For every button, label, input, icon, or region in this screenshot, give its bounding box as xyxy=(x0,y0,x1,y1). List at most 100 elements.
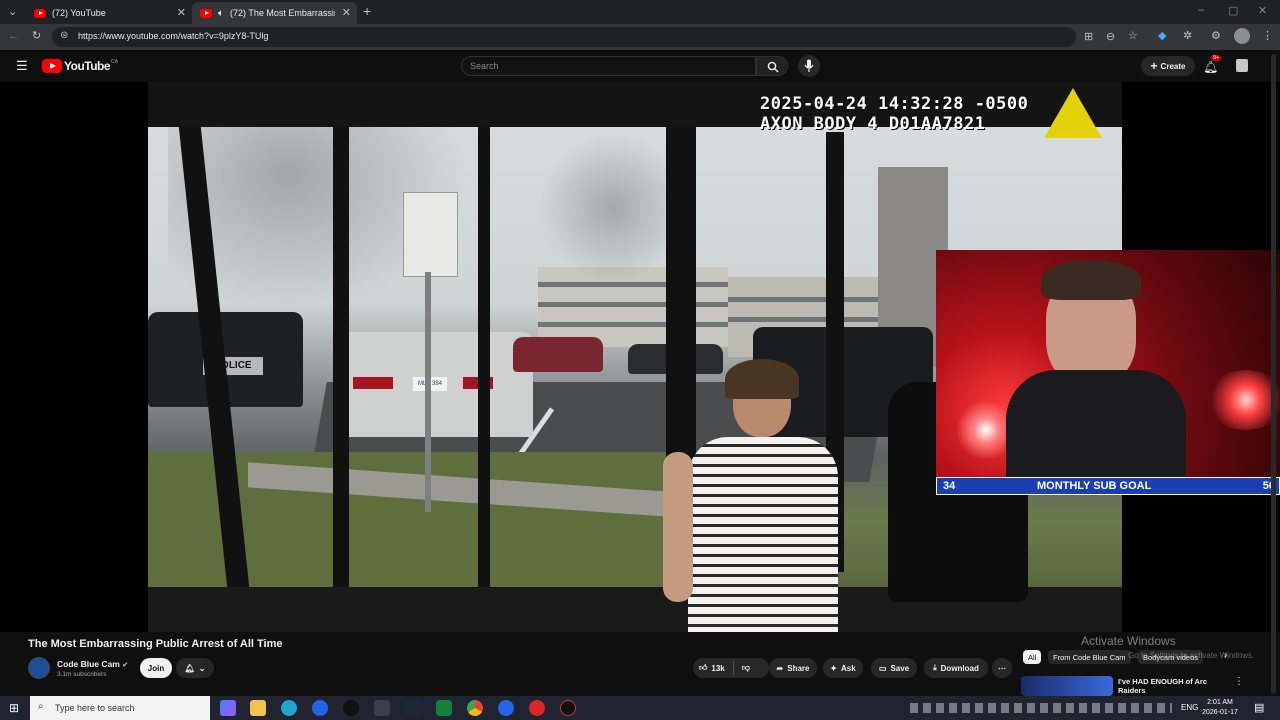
save-label: Save xyxy=(890,663,910,673)
download-button[interactable]: ⤓ Download xyxy=(924,658,988,678)
like-button[interactable]: 👍︎ 13k xyxy=(699,663,725,673)
striped-dress xyxy=(688,437,838,632)
chevron-down-icon: ⌄ xyxy=(198,663,206,673)
voice-search-button[interactable] xyxy=(798,55,820,77)
app-icon[interactable] xyxy=(312,700,328,716)
sparkle-icon: ✦ xyxy=(830,663,837,673)
search-icon xyxy=(767,61,779,73)
notification-count-badge: 9+ xyxy=(1211,55,1222,61)
like-dislike-group: 👍︎ 13k 👎︎ xyxy=(693,658,769,678)
site-info-icon[interactable]: ⊜ xyxy=(60,30,68,41)
streamer-hair xyxy=(1041,260,1141,300)
browser-tab-bar: ⌄ (72) YouTube ✕ 🔈︎ (72) The Most Embarr… xyxy=(0,0,1280,24)
extensions-puzzle-icon[interactable]: ✲ xyxy=(1183,29,1192,42)
input-language[interactable]: ENG xyxy=(1181,703,1198,712)
account-avatar[interactable] xyxy=(1236,59,1248,72)
chip-all[interactable]: All xyxy=(1023,650,1042,664)
search-button[interactable] xyxy=(756,56,788,76)
taskbar-clock[interactable]: 2:01 AM 2026-01-17 xyxy=(1200,698,1240,718)
clock-date: 2026-01-17 xyxy=(1202,709,1238,716)
extension-icon[interactable]: ◆ xyxy=(1158,29,1166,42)
channel-avatar[interactable] xyxy=(28,657,50,679)
microphone-icon xyxy=(804,59,814,72)
scrollbar[interactable] xyxy=(1271,54,1276,694)
app-icon[interactable] xyxy=(498,700,514,716)
chip-from-channel[interactable]: From Code Blue Cam xyxy=(1048,650,1131,664)
hair xyxy=(725,359,799,399)
reload-icon[interactable]: ↻ xyxy=(32,29,41,42)
browser-menu-icon[interactable]: ⋮ xyxy=(1262,29,1273,42)
youtube-logo[interactable]: YouTube CA xyxy=(42,59,118,73)
hamburger-menu-icon[interactable]: ☰ xyxy=(16,58,28,74)
recommended-video-title[interactable]: I've HAD ENOUGH of Arc Raiders xyxy=(1118,677,1228,695)
create-label: Create xyxy=(1160,61,1186,71)
share-button[interactable]: ➦ Share xyxy=(769,658,817,678)
create-button[interactable]: + Create xyxy=(1141,56,1195,76)
edge-browser-icon[interactable] xyxy=(281,700,297,716)
activate-windows-hint: Go to Settings to activate Windows. xyxy=(1128,651,1255,660)
browser-settings-icon[interactable]: ⚙︎ xyxy=(1211,29,1221,42)
close-tab-icon[interactable]: ✕ xyxy=(177,6,186,19)
app-icon[interactable] xyxy=(436,700,452,716)
chrome-icon[interactable] xyxy=(467,700,483,716)
notifications-button[interactable]: 🔔︎ 9+ xyxy=(1203,55,1222,76)
url-text[interactable]: https://www.youtube.com/watch?v=9plzY8-T… xyxy=(78,31,268,41)
tab-youtube-home[interactable]: (72) YouTube ✕ xyxy=(26,2,192,24)
tab-list-chevron-icon[interactable]: ⌄ xyxy=(8,5,17,18)
ask-button[interactable]: ✦ Ask xyxy=(823,658,863,678)
search-placeholder: Search xyxy=(470,61,499,71)
settings-gear-icon[interactable] xyxy=(374,700,390,716)
sub-goal-current: 34 xyxy=(943,480,956,492)
steam-icon[interactable] xyxy=(405,700,421,716)
back-icon[interactable]: ← xyxy=(8,30,19,42)
new-tab-icon[interactable]: + xyxy=(363,3,371,19)
taskbar-search-box[interactable]: ⌕ Type here to search xyxy=(30,696,210,720)
system-tray-icons[interactable] xyxy=(910,703,1172,713)
youtube-play-logo-icon xyxy=(42,59,62,73)
thumbs-up-icon: 👍︎ xyxy=(699,663,708,672)
search-input[interactable]: Search xyxy=(461,56,756,76)
audio-playing-icon[interactable]: 🔈︎ xyxy=(218,8,224,19)
verified-check-icon: ✔︎ xyxy=(122,662,129,669)
obs-icon[interactable] xyxy=(343,700,359,716)
app-icon[interactable] xyxy=(560,700,576,716)
bell-icon: 🔔︎ xyxy=(1203,60,1219,74)
notification-center-icon[interactable]: ▤ xyxy=(1254,701,1264,714)
streamer-webcam xyxy=(936,250,1280,480)
more-actions-button[interactable]: ⋯ xyxy=(992,658,1012,678)
bookmark-star-icon[interactable]: ☆ xyxy=(1128,29,1138,42)
more-horizontal-icon: ⋯ xyxy=(998,663,1006,673)
download-label: Download xyxy=(940,663,979,673)
channel-name-text: Code Blue Cam xyxy=(57,659,120,669)
sign-pole xyxy=(425,272,431,512)
profile-avatar[interactable] xyxy=(1234,28,1250,44)
close-window-icon[interactable]: ✕ xyxy=(1258,4,1267,17)
dislike-button[interactable]: 👎︎ xyxy=(742,663,750,673)
close-tab-icon[interactable]: ✕ xyxy=(342,6,351,19)
minimize-window-icon[interactable]: – xyxy=(1198,4,1204,16)
video-title: The Most Embarrassing Public Arrest of A… xyxy=(28,638,283,650)
video-player[interactable]: POLICE MLB 384 2 xyxy=(0,82,1280,632)
bodycam-timestamp: 2025-04-24 14:32:28 -0500 xyxy=(760,94,1029,114)
maximize-window-icon[interactable]: ▢ xyxy=(1228,4,1238,17)
save-playlist-icon: ▭ xyxy=(878,663,887,673)
copilot-icon[interactable] xyxy=(220,700,236,716)
ask-label: Ask xyxy=(841,663,856,673)
join-button[interactable]: Join xyxy=(140,658,172,678)
more-vertical-icon[interactable]: ⋮ xyxy=(1234,676,1244,687)
subscriber-count: 3.1m subscribers xyxy=(57,671,107,678)
sub-goal-label: MONTHLY SUB GOAL xyxy=(1037,480,1152,492)
app-icon[interactable] xyxy=(529,700,545,716)
save-button[interactable]: ▭ Save xyxy=(871,658,917,678)
zoom-icon[interactable]: ⊖ xyxy=(1106,30,1115,43)
subscription-notifications-button[interactable]: 🔔︎ ⌄ xyxy=(176,658,214,678)
tab-current-video[interactable]: 🔈︎ (72) The Most Embarrassing ✕ xyxy=(192,2,357,24)
address-bar[interactable]: ⊜ https://www.youtube.com/watch?v=9plzY8… xyxy=(52,27,1138,47)
recommended-thumbnail[interactable] xyxy=(1021,676,1113,696)
like-count: 13k xyxy=(711,663,725,673)
tab-title: (72) YouTube xyxy=(52,8,106,18)
file-explorer-icon[interactable] xyxy=(250,700,266,716)
app-available-icon[interactable]: ⊞ xyxy=(1084,30,1093,43)
windows-start-icon[interactable]: ⊞ xyxy=(9,701,19,715)
channel-name[interactable]: Code Blue Cam ✔︎ xyxy=(57,659,128,669)
